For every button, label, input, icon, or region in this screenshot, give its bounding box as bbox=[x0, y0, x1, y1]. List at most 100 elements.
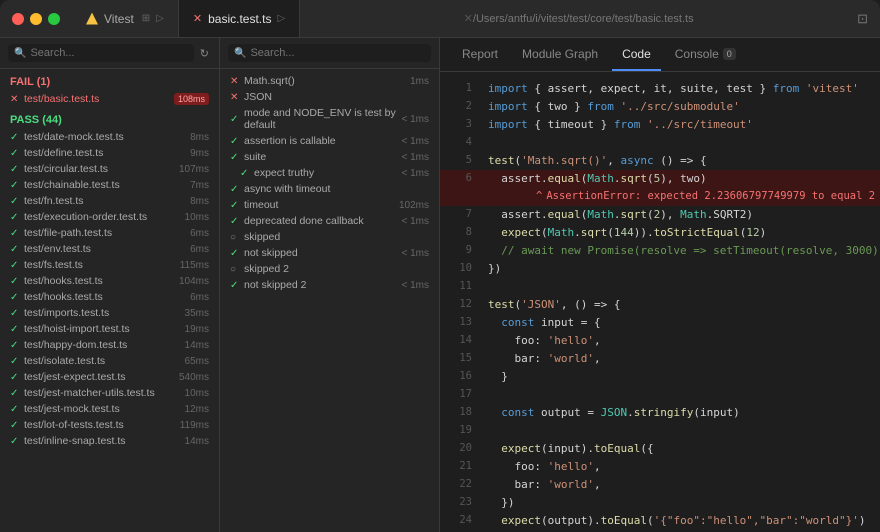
tab-close-icon[interactable]: ✕ bbox=[193, 12, 202, 25]
line-num: 9 bbox=[440, 242, 472, 259]
tab-basic-test[interactable]: ✕ basic.test.ts ▷ bbox=[179, 0, 300, 37]
list-item[interactable]: ✓ test/jest-expect.test.ts 540ms bbox=[0, 369, 219, 385]
test-name: test/circular.test.ts bbox=[24, 163, 173, 175]
line-content: bar: 'world', bbox=[488, 476, 864, 494]
list-item[interactable]: ✓ test/circular.test.ts 107ms bbox=[0, 161, 219, 177]
suite-item[interactable]: ✓ not skipped 2 < 1ms bbox=[220, 277, 439, 293]
pass-header: PASS (44) bbox=[0, 111, 219, 129]
pass-indicator: ✓ bbox=[10, 324, 20, 335]
suite-item[interactable]: ✓ assertion is callable < 1ms bbox=[220, 133, 439, 149]
line-content: const output = JSON.stringify(input) bbox=[488, 404, 864, 422]
suite-name: JSON bbox=[244, 91, 425, 103]
line-content: const input = { bbox=[488, 314, 864, 332]
list-item[interactable]: ✕ test/basic.test.ts 108ms bbox=[0, 91, 219, 107]
list-item[interactable]: ✓ test/happy-dom.test.ts 14ms bbox=[0, 337, 219, 353]
test-name: test/file-path.test.ts bbox=[24, 227, 184, 239]
left-search-input[interactable] bbox=[30, 47, 187, 59]
refresh-icon[interactable]: ↻ bbox=[198, 45, 211, 62]
list-item[interactable]: ✓ test/jest-mock.test.ts 12ms bbox=[0, 401, 219, 417]
suite-item[interactable]: ✓ timeout 102ms bbox=[220, 197, 439, 213]
suite-item[interactable]: ○ skipped 2 bbox=[220, 261, 439, 277]
tab-console[interactable]: Console 0 bbox=[665, 38, 746, 71]
suite-duration: < 1ms bbox=[401, 280, 429, 291]
pass-indicator: ✓ bbox=[10, 132, 20, 143]
test-name: test/hooks.test.ts bbox=[24, 291, 184, 303]
suite-item[interactable]: ○ skipped bbox=[220, 229, 439, 245]
test-name: test/chainable.test.ts bbox=[24, 179, 184, 191]
test-duration: 10ms bbox=[185, 212, 209, 223]
maximize-button[interactable] bbox=[48, 13, 60, 25]
suite-item[interactable]: ✓ expect truthy < 1ms bbox=[220, 165, 439, 181]
list-item[interactable]: ✓ test/fn.test.ts 8ms bbox=[0, 193, 219, 209]
middle-search-input[interactable] bbox=[250, 47, 425, 59]
suite-item[interactable]: ✓ async with timeout bbox=[220, 181, 439, 197]
list-item[interactable]: ✓ test/jest-matcher-utils.test.ts 10ms bbox=[0, 385, 219, 401]
test-name: test/fn.test.ts bbox=[24, 195, 184, 207]
close-button[interactable] bbox=[12, 13, 24, 25]
suite-item[interactable]: ✕ JSON bbox=[220, 89, 439, 105]
line-content: assert.equal(Math.sqrt(2), Math.SQRT2) bbox=[488, 206, 864, 224]
list-item[interactable]: ✓ test/lot-of-tests.test.ts 119ms bbox=[0, 417, 219, 433]
line-num: 13 bbox=[440, 314, 472, 331]
list-item[interactable]: ✓ test/date-mock.test.ts 8ms bbox=[0, 129, 219, 145]
list-item[interactable]: ✓ test/chainable.test.ts 7ms bbox=[0, 177, 219, 193]
pass-indicator: ✓ bbox=[230, 200, 240, 211]
list-item[interactable]: ✓ test/inline-snap.test.ts 14ms bbox=[0, 433, 219, 449]
line-num: 8 bbox=[440, 224, 472, 241]
list-item[interactable]: ✓ test/hoist-import.test.ts 19ms bbox=[0, 321, 219, 337]
titlebar-actions: ⊡ bbox=[857, 11, 868, 27]
list-item[interactable]: ✓ test/hooks.test.ts 6ms bbox=[0, 289, 219, 305]
tab-vitest[interactable]: Vitest ⊞ ▷ bbox=[72, 0, 179, 37]
tab-module-graph[interactable]: Module Graph bbox=[512, 38, 608, 71]
list-item[interactable]: ✓ test/define.test.ts 9ms bbox=[0, 145, 219, 161]
line-num: 10 bbox=[440, 260, 472, 277]
test-duration: 7ms bbox=[190, 180, 209, 191]
code-line-1: 1 import { assert, expect, it, suite, te… bbox=[440, 80, 880, 98]
tab-code[interactable]: Code bbox=[612, 38, 661, 71]
line-content: test('JSON', () => { bbox=[488, 296, 864, 314]
tab-report[interactable]: Report bbox=[452, 38, 508, 71]
suite-name: mode and NODE_ENV is test by default bbox=[244, 107, 397, 131]
tab-play-icon[interactable]: ▷ bbox=[277, 13, 285, 24]
test-duration: 6ms bbox=[190, 244, 209, 255]
suite-item[interactable]: ✓ suite < 1ms bbox=[220, 149, 439, 165]
left-search-box[interactable]: 🔍 bbox=[8, 44, 194, 62]
list-item[interactable]: ✓ test/env.test.ts 6ms bbox=[0, 241, 219, 257]
test-name: test/inline-snap.test.ts bbox=[24, 435, 179, 447]
pass-indicator: ✓ bbox=[230, 114, 240, 125]
search-icon: 🔍 bbox=[234, 48, 246, 59]
error-message: ^ AssertionError: expected 2.23606797749… bbox=[488, 188, 880, 205]
line-num: 3 bbox=[440, 116, 472, 133]
vitest-play-icon[interactable]: ▷ bbox=[156, 13, 164, 24]
vitest-logo-icon bbox=[86, 13, 98, 25]
line-content: import { timeout } from '../src/timeout' bbox=[488, 116, 864, 134]
suite-item[interactable]: ✓ mode and NODE_ENV is test by default <… bbox=[220, 105, 439, 133]
list-item[interactable]: ✓ test/file-path.test.ts 6ms bbox=[0, 225, 219, 241]
external-link-icon[interactable]: ⊡ bbox=[857, 11, 868, 27]
line-content: foo: 'hello', bbox=[488, 332, 864, 350]
line-content: expect(input).toEqual({ bbox=[488, 440, 864, 458]
code-line-15: 15 bar: 'world', bbox=[440, 350, 880, 368]
code-line-13: 13 const input = { bbox=[440, 314, 880, 332]
pass-indicator: ✓ bbox=[10, 436, 20, 447]
minimize-button[interactable] bbox=[30, 13, 42, 25]
middle-search-box[interactable]: 🔍 bbox=[228, 44, 431, 62]
suite-name: suite bbox=[244, 151, 397, 163]
list-item[interactable]: ✓ test/fs.test.ts 115ms bbox=[0, 257, 219, 273]
test-name: test/fs.test.ts bbox=[24, 259, 174, 271]
pass-indicator: ✓ bbox=[230, 136, 240, 147]
line-num: 17 bbox=[440, 386, 472, 403]
line-content: bar: 'world', bbox=[488, 350, 864, 368]
list-item[interactable]: ✓ test/isolate.test.ts 65ms bbox=[0, 353, 219, 369]
suite-item[interactable]: ✓ deprecated done callback < 1ms bbox=[220, 213, 439, 229]
pass-indicator: ✓ bbox=[10, 164, 20, 175]
list-item[interactable]: ✓ test/execution-order.test.ts 10ms bbox=[0, 209, 219, 225]
code-line-6: 6 assert.equal(Math.sqrt(5), two) bbox=[440, 170, 880, 188]
test-name: test/jest-matcher-utils.test.ts bbox=[24, 387, 179, 399]
list-item[interactable]: ✓ test/imports.test.ts 35ms bbox=[0, 305, 219, 321]
suite-item[interactable]: ✕ Math.sqrt() 1ms bbox=[220, 73, 439, 89]
middle-toolbar: 🔍 bbox=[220, 38, 439, 69]
suite-item[interactable]: ✓ not skipped < 1ms bbox=[220, 245, 439, 261]
list-item[interactable]: ✓ test/hooks.test.ts 104ms bbox=[0, 273, 219, 289]
suite-name: assertion is callable bbox=[244, 135, 397, 147]
